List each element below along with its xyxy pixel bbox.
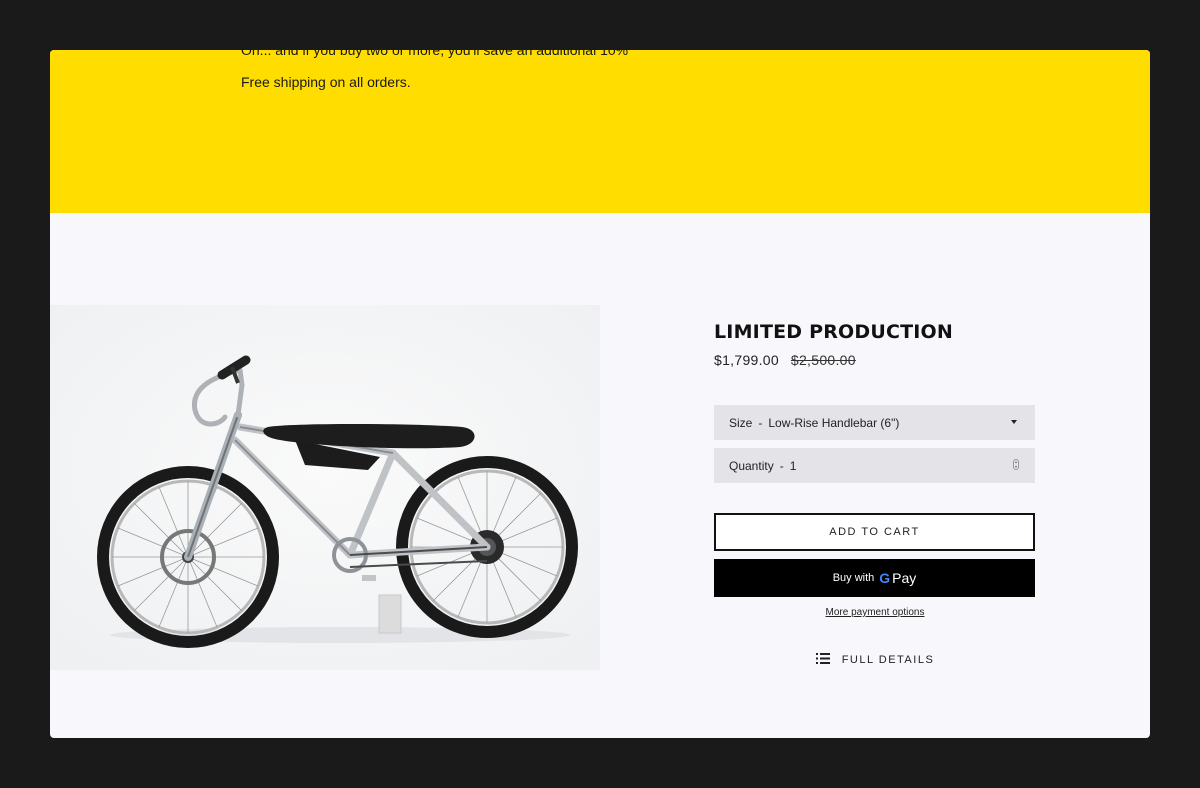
product-quick-view-modal: Oh... and if you buy two or more, you'll… [50,50,1150,738]
promo-text-discount: Oh... and if you buy two or more, you'll… [241,50,629,58]
size-label: Size [729,415,753,430]
quantity-label: Quantity [729,458,774,473]
add-to-cart-button[interactable]: ADD TO CART [714,513,1035,551]
compare-at-price: $2,500.00 [790,352,856,368]
google-pay-button[interactable]: Buy with G Pay [714,559,1035,597]
gpay-pay-label: Pay [892,570,917,586]
product-image[interactable] [50,305,600,670]
quantity-value: 1 [789,458,797,473]
size-separator: - [758,415,763,430]
full-details-label: FULL DETAILS [841,654,935,666]
bike-illustration [50,305,600,670]
product-title: LIMITED PRODUCTION [714,321,954,343]
promo-banner: Oh... and if you buy two or more, you'll… [50,50,1150,213]
size-select[interactable]: Size - Low-Rise Handlebar (6") [714,405,1035,440]
add-to-cart-label: ADD TO CART [829,526,920,538]
google-g-icon: G [879,570,891,586]
full-details-link[interactable]: FULL DETAILS [714,653,1036,667]
promo-text-shipping: Free shipping on all orders. [241,74,411,90]
price-row: $1,799.00 $2,500.00 [714,352,1036,372]
quantity-input[interactable]: Quantity - 1 [714,448,1035,483]
chevron-down-icon [1011,420,1017,424]
product-info: LIMITED PRODUCTION $1,799.00 $2,500.00 S… [714,320,1036,667]
list-icon [815,653,830,667]
quantity-separator: - [779,458,784,473]
size-value: Low-Rise Handlebar (6") [768,415,900,430]
gpay-prefix: Buy with [832,572,875,584]
sale-price: $1,799.00 [714,352,779,368]
stepper-icon[interactable] [1013,459,1019,470]
more-payment-options-link[interactable]: More payment options [714,607,1036,618]
